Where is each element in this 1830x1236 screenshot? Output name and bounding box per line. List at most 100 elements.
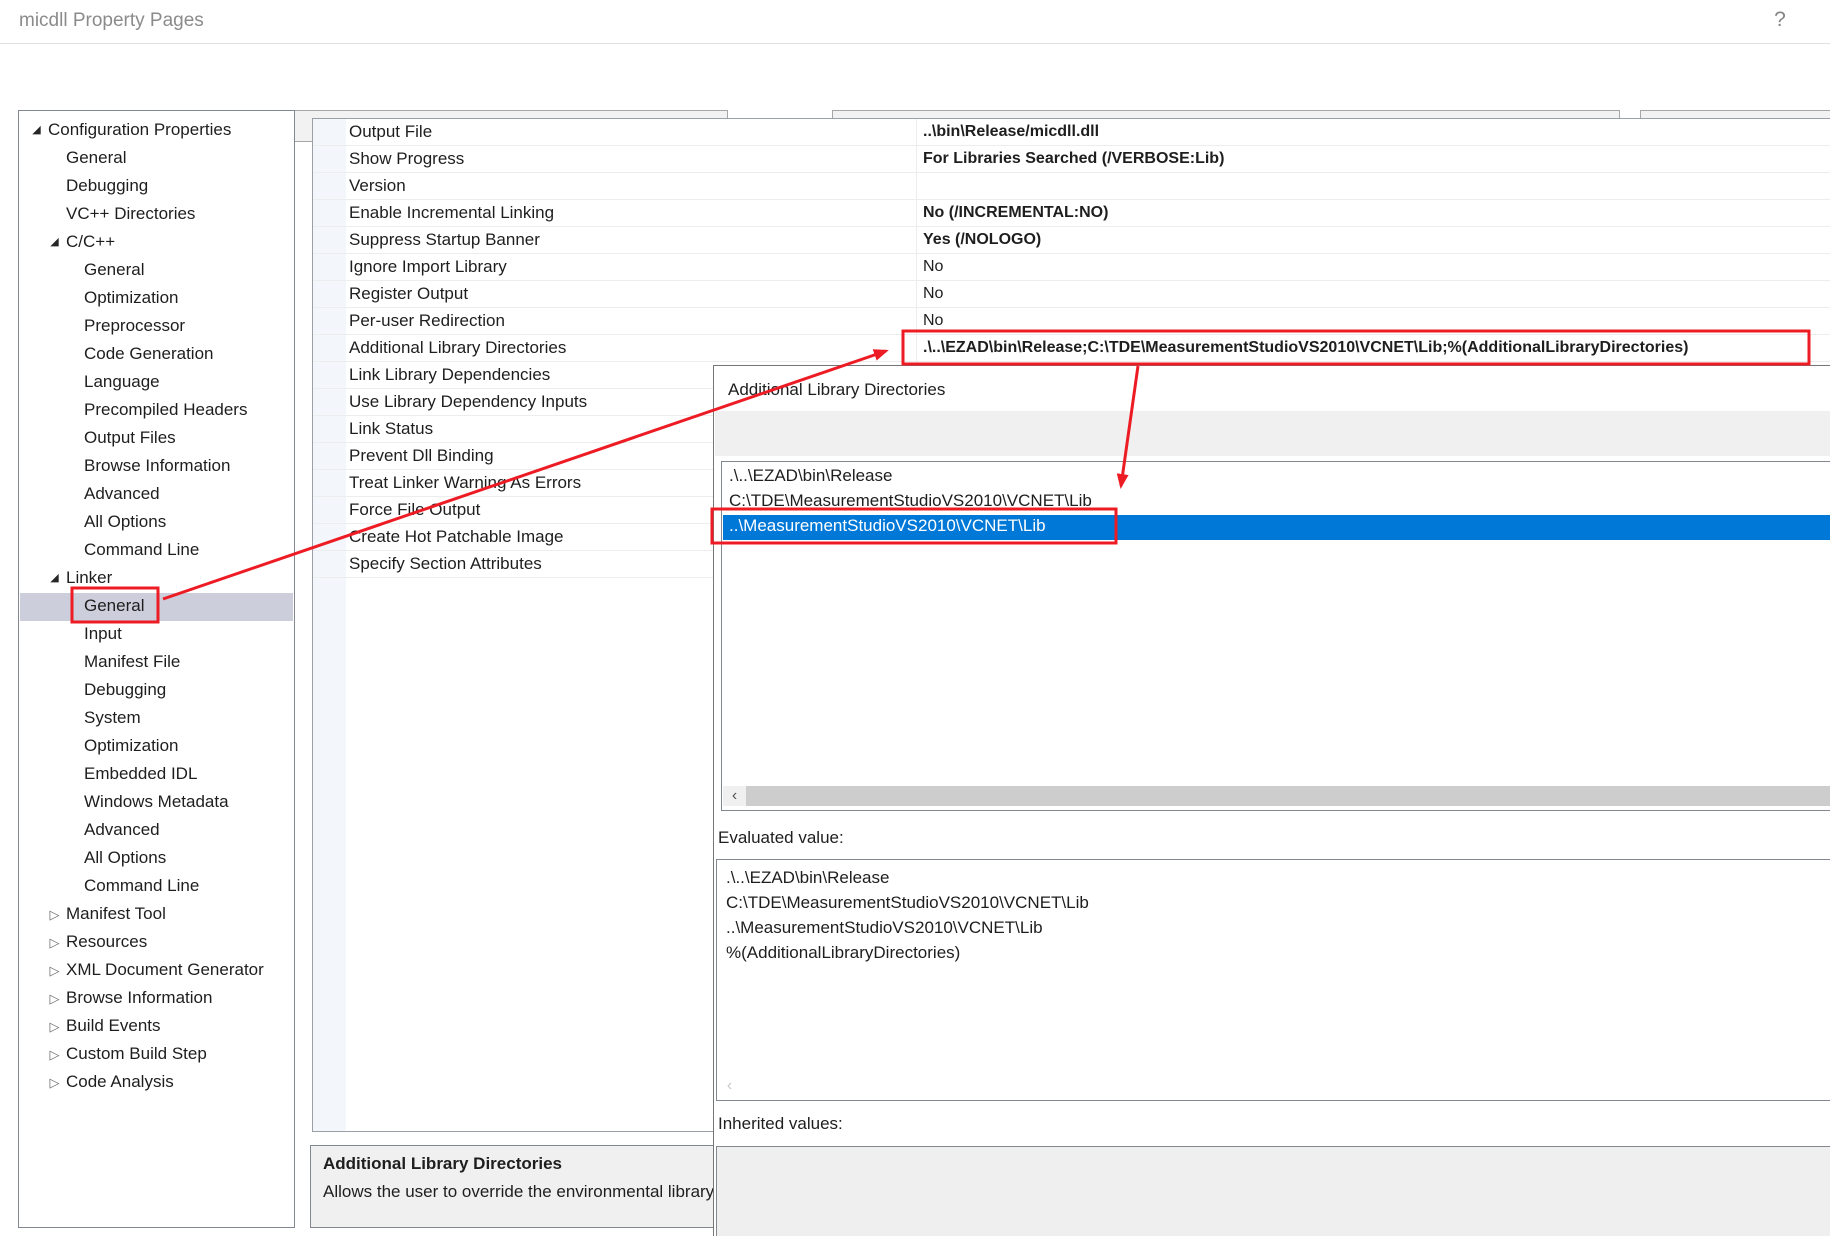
directories-listbox[interactable]: .\..\EZAD\bin\Release C:\TDE\MeasurementS… bbox=[721, 461, 1830, 811]
property-row-suppress-startup-banner[interactable]: Suppress Startup BannerYes (/NOLOGO) bbox=[313, 227, 1830, 254]
property-value[interactable]: No bbox=[923, 285, 943, 303]
tree-item-resources[interactable]: ▷Resources bbox=[20, 929, 293, 957]
inherited-values-label: Inherited values: bbox=[718, 1114, 843, 1134]
directory-list-item[interactable]: C:\TDE\MeasurementStudioVS2010\VCNET\Lib bbox=[723, 490, 1830, 515]
property-value[interactable]: No bbox=[923, 258, 943, 276]
tree-item-custom-build-step[interactable]: ▷Custom Build Step bbox=[20, 1041, 293, 1069]
directory-list-item[interactable]: .\..\EZAD\bin\Release bbox=[723, 465, 1830, 490]
tree-collapsed-icon[interactable]: ▷ bbox=[46, 1019, 63, 1035]
scrollbar-thumb[interactable] bbox=[746, 786, 1830, 806]
property-row-additional-library-directories[interactable]: Additional Library Directories.\..\EZAD\… bbox=[313, 335, 1830, 362]
inherited-values-box[interactable] bbox=[716, 1146, 1830, 1236]
property-name: Show Progress bbox=[349, 149, 464, 169]
tree-item-xml-document-generator[interactable]: ▷XML Document Generator bbox=[20, 957, 293, 985]
tree-item-label: Windows Metadata bbox=[84, 792, 229, 812]
scroll-left-icon[interactable]: ‹ bbox=[718, 1076, 741, 1096]
tree-item-label: General bbox=[84, 260, 144, 280]
tree-collapsed-icon[interactable]: ▷ bbox=[46, 935, 63, 951]
tree-item-input[interactable]: Input bbox=[20, 621, 293, 649]
scroll-left-icon[interactable]: ‹ bbox=[723, 786, 746, 806]
tree-item-precompiled-headers[interactable]: Precompiled Headers bbox=[20, 397, 293, 425]
property-value[interactable]: ..\bin\Release/micdll.dll bbox=[923, 123, 1099, 141]
tree-expanded-icon[interactable]: ◢ bbox=[46, 235, 63, 248]
directory-path: .\..\EZAD\bin\Release bbox=[729, 466, 892, 486]
popup-title: Additional Library Directories bbox=[728, 380, 945, 400]
property-name: Version bbox=[349, 176, 406, 196]
tree-item-label: XML Document Generator bbox=[66, 960, 264, 980]
tree-item-debugging[interactable]: Debugging bbox=[20, 173, 293, 201]
tree-item-label: Output Files bbox=[84, 428, 176, 448]
property-value[interactable]: No (/INCREMENTAL:NO) bbox=[923, 204, 1108, 222]
tree-item-advanced[interactable]: Advanced bbox=[20, 481, 293, 509]
property-value[interactable]: Yes (/NOLOGO) bbox=[923, 231, 1041, 249]
tree-item-browse-information[interactable]: ▷Browse Information bbox=[20, 985, 293, 1013]
property-row-per-user-redirection[interactable]: Per-user RedirectionNo bbox=[313, 308, 1830, 335]
property-row-ignore-import-library[interactable]: Ignore Import LibraryNo bbox=[313, 254, 1830, 281]
tree-collapsed-icon[interactable]: ▷ bbox=[46, 1047, 63, 1063]
tree-item-label: Resources bbox=[66, 932, 147, 952]
tree-item-code-generation[interactable]: Code Generation bbox=[20, 341, 293, 369]
tree-item-general[interactable]: General bbox=[20, 145, 293, 173]
evaluated-hscrollbar[interactable]: ‹ bbox=[718, 1076, 1830, 1096]
evaluated-line: %(AdditionalLibraryDirectories) bbox=[726, 943, 960, 968]
tree-item-advanced[interactable]: Advanced bbox=[20, 817, 293, 845]
tree-expanded-icon[interactable]: ◢ bbox=[28, 123, 45, 136]
directory-list-item-selected[interactable]: ..\MeasurementStudioVS2010\VCNET\Lib bbox=[723, 515, 1830, 540]
tree-item-all-options[interactable]: All Options bbox=[20, 845, 293, 873]
property-row-show-progress[interactable]: Show Progress For Libraries Searched (/VE… bbox=[313, 146, 1830, 173]
tree-item-preprocessor[interactable]: Preprocessor bbox=[20, 313, 293, 341]
property-row-enable-incremental-linking[interactable]: Enable Incremental LinkingNo (/INCREMENT… bbox=[313, 200, 1830, 227]
dialog-title: micdll Property Pages bbox=[19, 10, 204, 32]
tree-item-code-analysis[interactable]: ▷Code Analysis bbox=[20, 1069, 293, 1097]
property-name: Treat Linker Warning As Errors bbox=[349, 473, 581, 493]
tree-item-embedded-idl[interactable]: Embedded IDL bbox=[20, 761, 293, 789]
property-row-version[interactable]: Version bbox=[313, 173, 1830, 200]
tree-expanded-icon[interactable]: ◢ bbox=[46, 571, 63, 584]
tree-item-configuration-properties[interactable]: ◢Configuration Properties bbox=[20, 117, 293, 145]
tree-item-build-events[interactable]: ▷Build Events bbox=[20, 1013, 293, 1041]
tree-item-label: All Options bbox=[84, 848, 166, 868]
tree-item-label: Code Analysis bbox=[66, 1072, 174, 1092]
property-value[interactable]: For Libraries Searched (/VERBOSE:Lib) bbox=[923, 150, 1224, 168]
help-icon[interactable]: ? bbox=[1766, 8, 1794, 32]
tree-item-manifest-tool[interactable]: ▷Manifest Tool bbox=[20, 901, 293, 929]
tree-item-manifest-file[interactable]: Manifest File bbox=[20, 649, 293, 677]
tree-item-linker[interactable]: ◢Linker bbox=[20, 565, 293, 593]
tree-item-command-line[interactable]: Command Line bbox=[20, 537, 293, 565]
tree-item-label: Configuration Properties bbox=[48, 120, 231, 140]
tree-item-command-line[interactable]: Command Line bbox=[20, 873, 293, 901]
tree-item-vc-directories[interactable]: VC++ Directories bbox=[20, 201, 293, 229]
tree-collapsed-icon[interactable]: ▷ bbox=[46, 1075, 63, 1091]
tree-item-label: Language bbox=[84, 372, 160, 392]
tree-item-label: All Options bbox=[84, 512, 166, 532]
evaluated-value-box[interactable]: .\..\EZAD\bin\ReleaseC:\TDE\MeasurementS… bbox=[716, 859, 1830, 1101]
tree-collapsed-icon[interactable]: ▷ bbox=[46, 991, 63, 1007]
tree-collapsed-icon[interactable]: ▷ bbox=[46, 963, 63, 979]
tree-item-all-options[interactable]: All Options bbox=[20, 509, 293, 537]
tree-item-debugging[interactable]: Debugging bbox=[20, 677, 293, 705]
tree-item-system[interactable]: System bbox=[20, 705, 293, 733]
tree-item-general[interactable]: General bbox=[20, 257, 293, 285]
tree-item-optimization[interactable]: Optimization bbox=[20, 733, 293, 761]
evaluated-line: ..\MeasurementStudioVS2010\VCNET\Lib bbox=[726, 918, 1043, 943]
property-row-output-file[interactable]: Output File..\bin\Release/micdll.dll bbox=[313, 119, 1830, 146]
tree-item-label: Optimization bbox=[84, 736, 178, 756]
tree-item-language[interactable]: Language bbox=[20, 369, 293, 397]
tree-item-label: Preprocessor bbox=[84, 316, 185, 336]
property-value[interactable]: No bbox=[923, 312, 943, 330]
tree-item-optimization[interactable]: Optimization bbox=[20, 285, 293, 313]
tree-item-general[interactable]: General bbox=[20, 593, 293, 621]
tree-item-windows-metadata[interactable]: Windows Metadata bbox=[20, 789, 293, 817]
tree-item-label: C/C++ bbox=[66, 232, 115, 252]
tree-item-output-files[interactable]: Output Files bbox=[20, 425, 293, 453]
tree-item-label: Build Events bbox=[66, 1016, 161, 1036]
tree-item-c-c[interactable]: ◢C/C++ bbox=[20, 229, 293, 257]
tree-item-label: Custom Build Step bbox=[66, 1044, 207, 1064]
property-name: Specify Section Attributes bbox=[349, 554, 542, 574]
property-row-register-output[interactable]: Register OutputNo bbox=[313, 281, 1830, 308]
tree-collapsed-icon[interactable]: ▷ bbox=[46, 907, 63, 923]
tree-item-browse-information[interactable]: Browse Information bbox=[20, 453, 293, 481]
property-value[interactable]: .\..\EZAD\bin\Release;C:\TDE\Measurement… bbox=[923, 339, 1688, 357]
tree-item-label: Input bbox=[84, 624, 122, 644]
listbox-hscrollbar[interactable]: ‹ bbox=[723, 786, 1830, 806]
